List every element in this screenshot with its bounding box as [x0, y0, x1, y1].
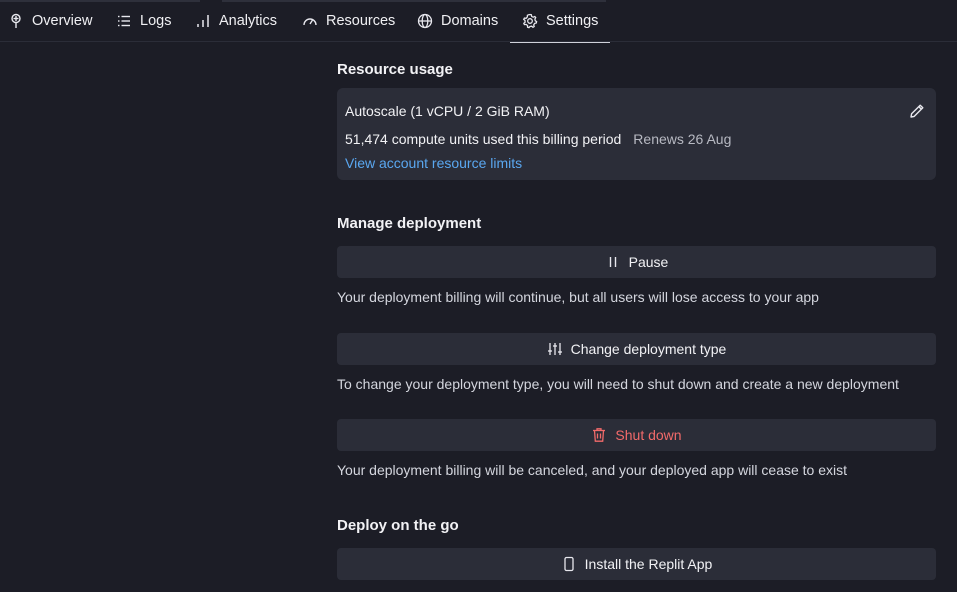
usage-text: 51,474 compute units used this billing p…: [345, 131, 622, 147]
renews-text: Renews 26 Aug: [633, 131, 732, 147]
sliders-icon: [547, 341, 563, 357]
usage-row: 51,474 compute units used this billing p…: [345, 131, 731, 147]
pause-icon: [605, 254, 621, 270]
shut-down-label: Shut down: [615, 427, 682, 443]
pause-description: Your deployment billing will continue, b…: [337, 289, 819, 305]
tab-bar: Overview Logs Analytics Resources Domain…: [0, 0, 957, 43]
overview-icon: [8, 13, 24, 29]
list-icon: [116, 13, 132, 29]
tab-label: Resources: [326, 13, 396, 29]
pencil-icon: [908, 104, 926, 124]
deploy-on-the-go-title: Deploy on the go: [337, 517, 459, 534]
tab-resources[interactable]: Resources: [302, 0, 395, 42]
resource-usage-title: Resource usage: [337, 61, 453, 78]
plan-text: Autoscale (1 vCPU / 2 GiB RAM): [345, 103, 550, 119]
tab-label: Settings: [546, 13, 599, 29]
resource-usage-card: Autoscale (1 vCPU / 2 GiB RAM) 51,474 co…: [337, 88, 936, 180]
change-deployment-type-label: Change deployment type: [570, 341, 727, 357]
view-limits-link[interactable]: View account resource limits: [345, 155, 522, 171]
install-app-button[interactable]: Install the Replit App: [337, 548, 936, 580]
install-app-label: Install the Replit App: [584, 556, 713, 572]
manage-deployment-title: Manage deployment: [337, 215, 482, 232]
bar-chart-icon: [195, 13, 211, 29]
shut-down-button[interactable]: Shut down: [337, 419, 936, 451]
tab-domains[interactable]: Domains: [417, 0, 498, 42]
change-deployment-type-button[interactable]: Change deployment type: [337, 333, 936, 365]
pause-label: Pause: [628, 254, 669, 270]
tab-logs[interactable]: Logs: [116, 0, 171, 42]
edit-button[interactable]: [908, 102, 926, 120]
globe-icon: [417, 13, 433, 29]
tab-label: Overview: [32, 13, 93, 29]
tab-label: Analytics: [219, 13, 278, 29]
change-deployment-description: To change your deployment type, you will…: [337, 376, 899, 392]
tab-settings[interactable]: Settings: [509, 0, 611, 43]
gauge-icon: [302, 13, 318, 29]
tab-label: Domains: [441, 13, 499, 29]
shut-down-description: Your deployment billing will be canceled…: [337, 462, 848, 478]
tab-label: Logs: [140, 13, 172, 29]
tab-overview[interactable]: Overview: [8, 0, 92, 42]
pause-button[interactable]: Pause: [337, 246, 936, 278]
phone-icon: [561, 556, 577, 572]
tab-analytics[interactable]: Analytics: [195, 0, 277, 42]
trash-icon: [591, 427, 607, 443]
gear-icon: [522, 13, 538, 29]
